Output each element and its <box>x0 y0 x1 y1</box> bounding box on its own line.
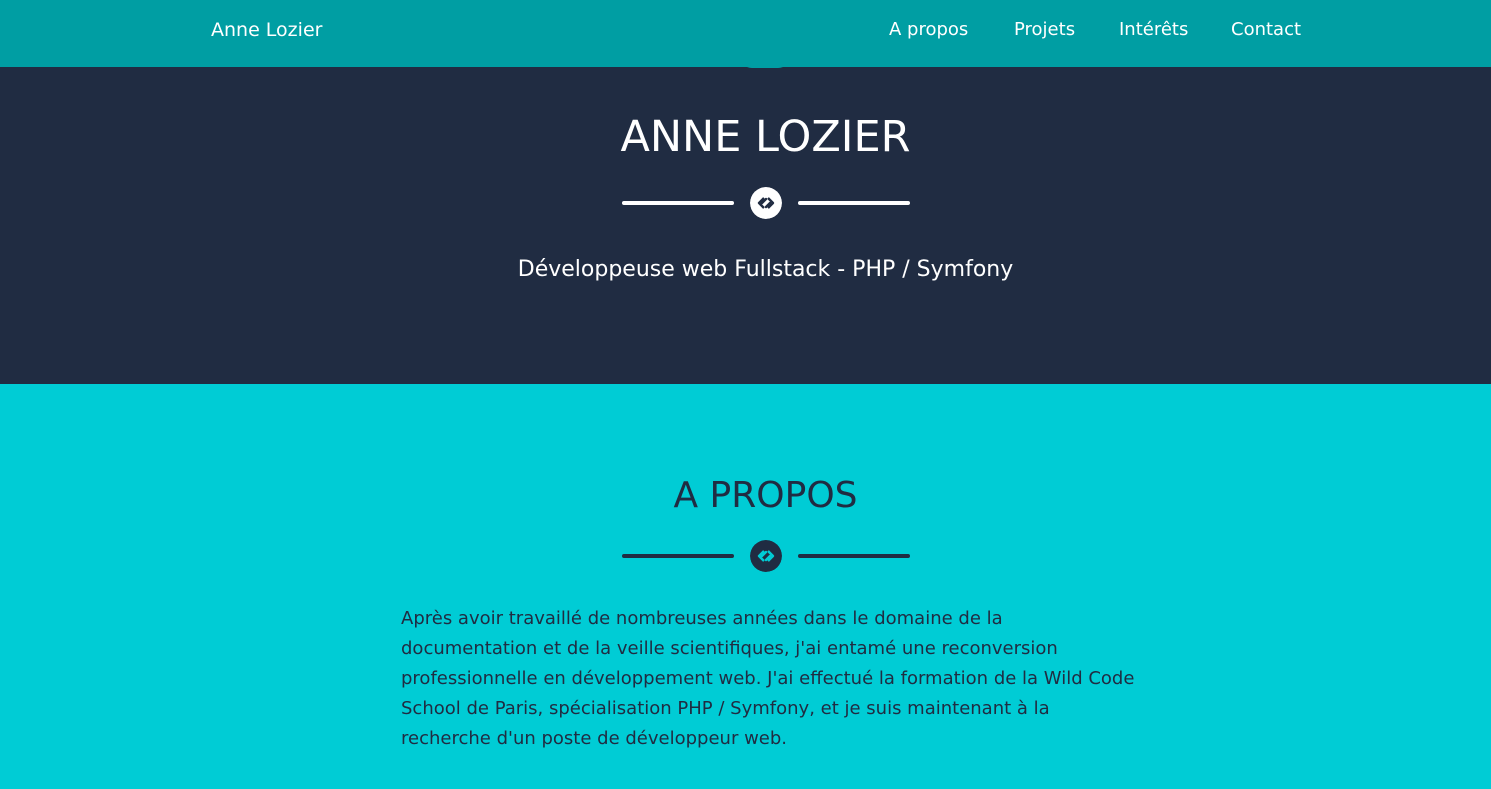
code-link-icon <box>750 187 782 219</box>
hero-title: ANNE LOZIER <box>620 112 911 162</box>
nav-link-a-propos[interactable]: A propos <box>889 19 968 40</box>
divider-line-left <box>622 201 734 205</box>
about-title: A PROPOS <box>673 475 858 516</box>
hero-subtitle: Développeuse web Fullstack - PHP / Symfo… <box>517 257 1014 282</box>
code-link-icon <box>750 540 782 572</box>
about-divider <box>622 540 910 572</box>
about-section: A PROPOS Après avoir travaillé de nombre… <box>0 384 1491 789</box>
top-navbar: Anne Lozier A propos Projets Intérêts Co… <box>0 0 1491 68</box>
divider-line-left <box>622 554 734 558</box>
nav-link-projets[interactable]: Projets <box>1014 19 1075 40</box>
navbar-notch <box>740 56 790 68</box>
nav-link-interets[interactable]: Intérêts <box>1119 19 1188 40</box>
divider-line-right <box>798 554 910 558</box>
nav-link-contact[interactable]: Contact <box>1231 19 1301 40</box>
hero-divider <box>622 187 910 219</box>
divider-line-right <box>798 201 910 205</box>
brand-link[interactable]: Anne Lozier <box>211 19 322 41</box>
about-paragraph: Après avoir travaillé de nombreuses anné… <box>401 608 1135 749</box>
hero-section: ANNE LOZIER Développeuse web Fullstack -… <box>0 67 1491 384</box>
